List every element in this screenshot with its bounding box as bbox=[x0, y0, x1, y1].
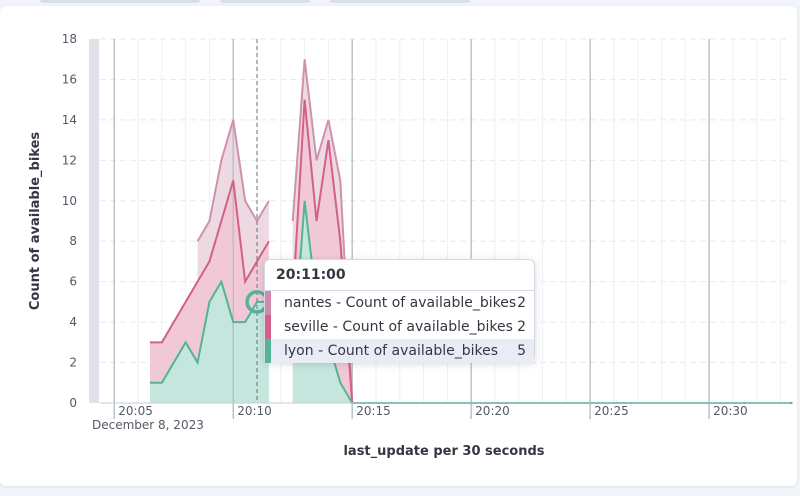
x-axis-title: last_update per 30 seconds bbox=[343, 444, 544, 459]
x-tick-label: 20:10 bbox=[237, 404, 272, 418]
tooltip-value: 2 bbox=[517, 295, 526, 311]
x-tick-label: 20:30 bbox=[713, 404, 748, 418]
tooltip-row-lyon: lyon - Count of available_bikes 5 bbox=[265, 339, 534, 363]
y-axis-title: Count of available_bikes bbox=[28, 132, 43, 310]
tooltip-row-seville: seville - Count of available_bikes 2 bbox=[265, 315, 534, 339]
tooltip-label: lyon - Count of available_bikes bbox=[284, 343, 499, 359]
x-tick-label: 20:25 bbox=[594, 404, 629, 418]
stacked-area-chart[interactable]: 0 2 4 6 8 10 12 14 16 18 20:05 20:10 20:15 20:20 20:25… bbox=[0, 0, 800, 496]
y-tick-label: 10 bbox=[62, 194, 77, 208]
tooltip-label: nantes - Count of available_bikes bbox=[284, 295, 517, 311]
y-tick-label: 4 bbox=[69, 315, 77, 329]
x-tick-label: 20:05 bbox=[118, 404, 153, 418]
tooltip-row-nantes: nantes - Count of available_bikes 2 bbox=[265, 291, 534, 315]
tooltip-value: 2 bbox=[517, 319, 526, 335]
chart-tooltip: 20:11:00 nantes - Count of available_bik… bbox=[264, 259, 535, 363]
y-tick-label: 2 bbox=[69, 356, 77, 370]
tooltip-swatch-lyon bbox=[265, 339, 271, 363]
y-tick-label: 0 bbox=[69, 396, 77, 410]
tooltip-label: seville - Count of available_bikes bbox=[284, 319, 513, 335]
tooltip-swatch-nantes bbox=[265, 291, 271, 315]
x-axis-date-label: December 8, 2023 bbox=[92, 418, 204, 432]
y-tick-label: 14 bbox=[62, 113, 77, 127]
y-tick-label: 18 bbox=[62, 32, 77, 46]
tooltip-title: 20:11:00 bbox=[265, 260, 534, 291]
y-tick-label: 12 bbox=[62, 153, 77, 167]
x-tick-label: 20:15 bbox=[356, 404, 391, 418]
y-tick-label: 8 bbox=[69, 234, 77, 248]
y-axis-gutter bbox=[89, 39, 99, 403]
y-tick-label: 16 bbox=[62, 72, 77, 86]
x-tick-label: 20:20 bbox=[475, 404, 510, 418]
y-tick-label: 6 bbox=[69, 275, 77, 289]
tooltip-value: 5 bbox=[517, 343, 526, 359]
tooltip-swatch-seville bbox=[265, 315, 271, 339]
